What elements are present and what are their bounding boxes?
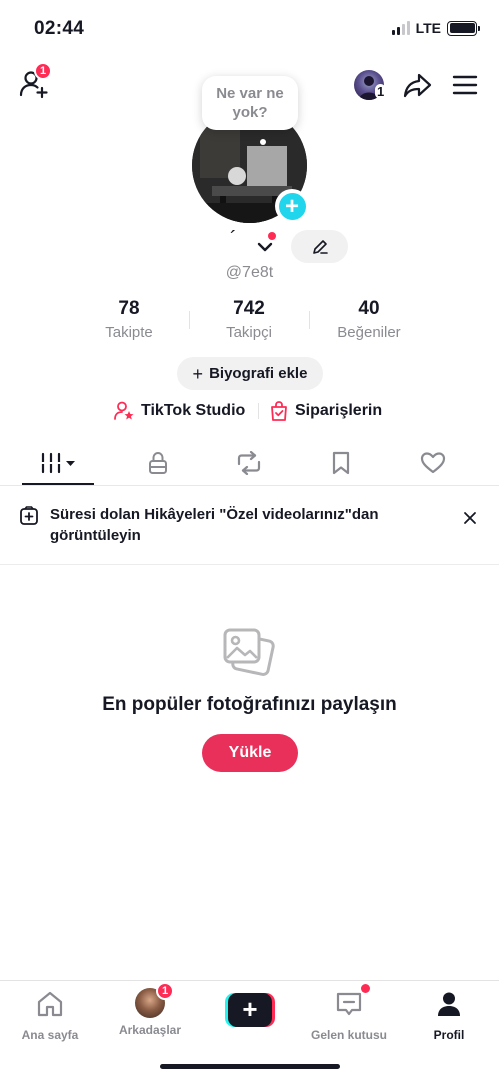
notification-dot xyxy=(268,232,276,240)
display-name: ´ xyxy=(230,228,237,250)
status-time: 02:44 xyxy=(34,18,85,39)
repost-icon xyxy=(237,451,261,475)
story-archive-icon xyxy=(19,506,39,526)
heart-icon xyxy=(420,452,446,474)
videos-grid-icon xyxy=(40,452,75,474)
tiktok-studio-label: TikTok Studio xyxy=(141,402,246,419)
photos-icon xyxy=(221,624,277,680)
stat-followers-label: Takipçi xyxy=(226,324,272,341)
plus-icon: + xyxy=(192,363,204,384)
nav-create[interactable]: + xyxy=(200,981,300,1027)
stat-following[interactable]: 78 Takipte xyxy=(74,298,184,341)
stat-followers-value: 742 xyxy=(233,298,265,319)
close-icon xyxy=(464,512,476,524)
signal-icon xyxy=(391,21,410,35)
edit-profile-button[interactable] xyxy=(291,230,348,263)
tiktok-studio-link[interactable]: TikTok Studio xyxy=(113,400,245,422)
stat-divider xyxy=(309,311,310,329)
inbox-notification-dot xyxy=(361,984,370,993)
note-bubble-text: Ne var ne yok? xyxy=(216,85,284,121)
close-banner-button[interactable] xyxy=(461,509,479,527)
plus-icon: + xyxy=(278,192,306,220)
battery-icon xyxy=(447,20,480,36)
add-bio-button[interactable]: + Biyografi ekle xyxy=(177,357,323,390)
username-handle: @7e8t xyxy=(225,264,274,281)
stat-likes-label: Beğeniler xyxy=(337,324,401,341)
inbox-icon xyxy=(336,992,362,1016)
nav-friends-label: Arkadaşlar xyxy=(118,1023,182,1037)
stat-following-label: Takipte xyxy=(105,324,153,341)
home-indicator xyxy=(160,1064,340,1069)
status-indicators: LTE xyxy=(391,20,480,36)
empty-state-title: En popüler fotoğrafınızı paylaşın xyxy=(102,694,397,715)
nav-home[interactable]: Ana sayfa xyxy=(0,981,100,1042)
tab-reposts[interactable] xyxy=(219,440,279,486)
stat-likes[interactable]: 40 Beğeniler xyxy=(314,298,424,341)
profile-icon xyxy=(438,992,460,1016)
nav-home-label: Ana sayfa xyxy=(21,1028,79,1042)
note-bubble[interactable]: Ne var ne yok? xyxy=(202,76,298,130)
nav-inbox[interactable]: Gelen kutusu xyxy=(299,981,399,1042)
nav-profile[interactable]: Profil xyxy=(399,981,499,1042)
home-icon xyxy=(37,991,63,1017)
note-bubble-tail xyxy=(260,139,266,145)
add-friend-badge: 1 xyxy=(34,62,53,80)
tab-saved[interactable] xyxy=(311,440,371,486)
links-divider xyxy=(258,403,259,419)
share-profile-button[interactable] xyxy=(402,70,432,100)
tab-videos[interactable] xyxy=(22,440,94,486)
lock-icon xyxy=(149,451,167,474)
nav-profile-label: Profil xyxy=(433,1028,465,1042)
stat-likes-value: 40 xyxy=(358,298,380,319)
stat-following-value: 78 xyxy=(118,298,140,319)
upload-button[interactable]: Yükle xyxy=(202,734,298,772)
tab-private[interactable] xyxy=(128,440,188,486)
orders-link[interactable]: Siparişlerin xyxy=(269,400,382,422)
menu-button[interactable] xyxy=(452,72,478,98)
creator-star-icon xyxy=(114,401,134,420)
orders-label: Siparişlerin xyxy=(295,402,383,419)
active-tab-indicator xyxy=(22,483,94,485)
add-story-button[interactable]: + xyxy=(275,189,309,223)
switch-account-count: 1 xyxy=(375,84,387,99)
hamburger-icon xyxy=(452,75,478,95)
network-type: LTE xyxy=(415,20,441,36)
add-bio-label: Biyografi ekle xyxy=(209,365,308,382)
nav-inbox-label: Gelen kutusu xyxy=(310,1028,387,1042)
share-icon xyxy=(403,73,432,98)
stat-divider xyxy=(189,311,190,329)
pencil-icon xyxy=(312,239,328,254)
tab-liked[interactable] xyxy=(403,440,463,486)
friends-badge: 1 xyxy=(156,982,175,1000)
create-plus-icon: + xyxy=(225,993,275,1027)
nav-friends[interactable]: Arkadaşlar xyxy=(100,981,200,1037)
story-banner-text: Süresi dolan Hikâyeleri "Özel videoların… xyxy=(50,506,379,544)
shopping-bag-icon xyxy=(271,401,287,421)
stat-followers[interactable]: 742 Takipçi xyxy=(194,298,304,341)
bookmark-icon xyxy=(332,451,350,475)
profile-tabs xyxy=(0,440,499,486)
